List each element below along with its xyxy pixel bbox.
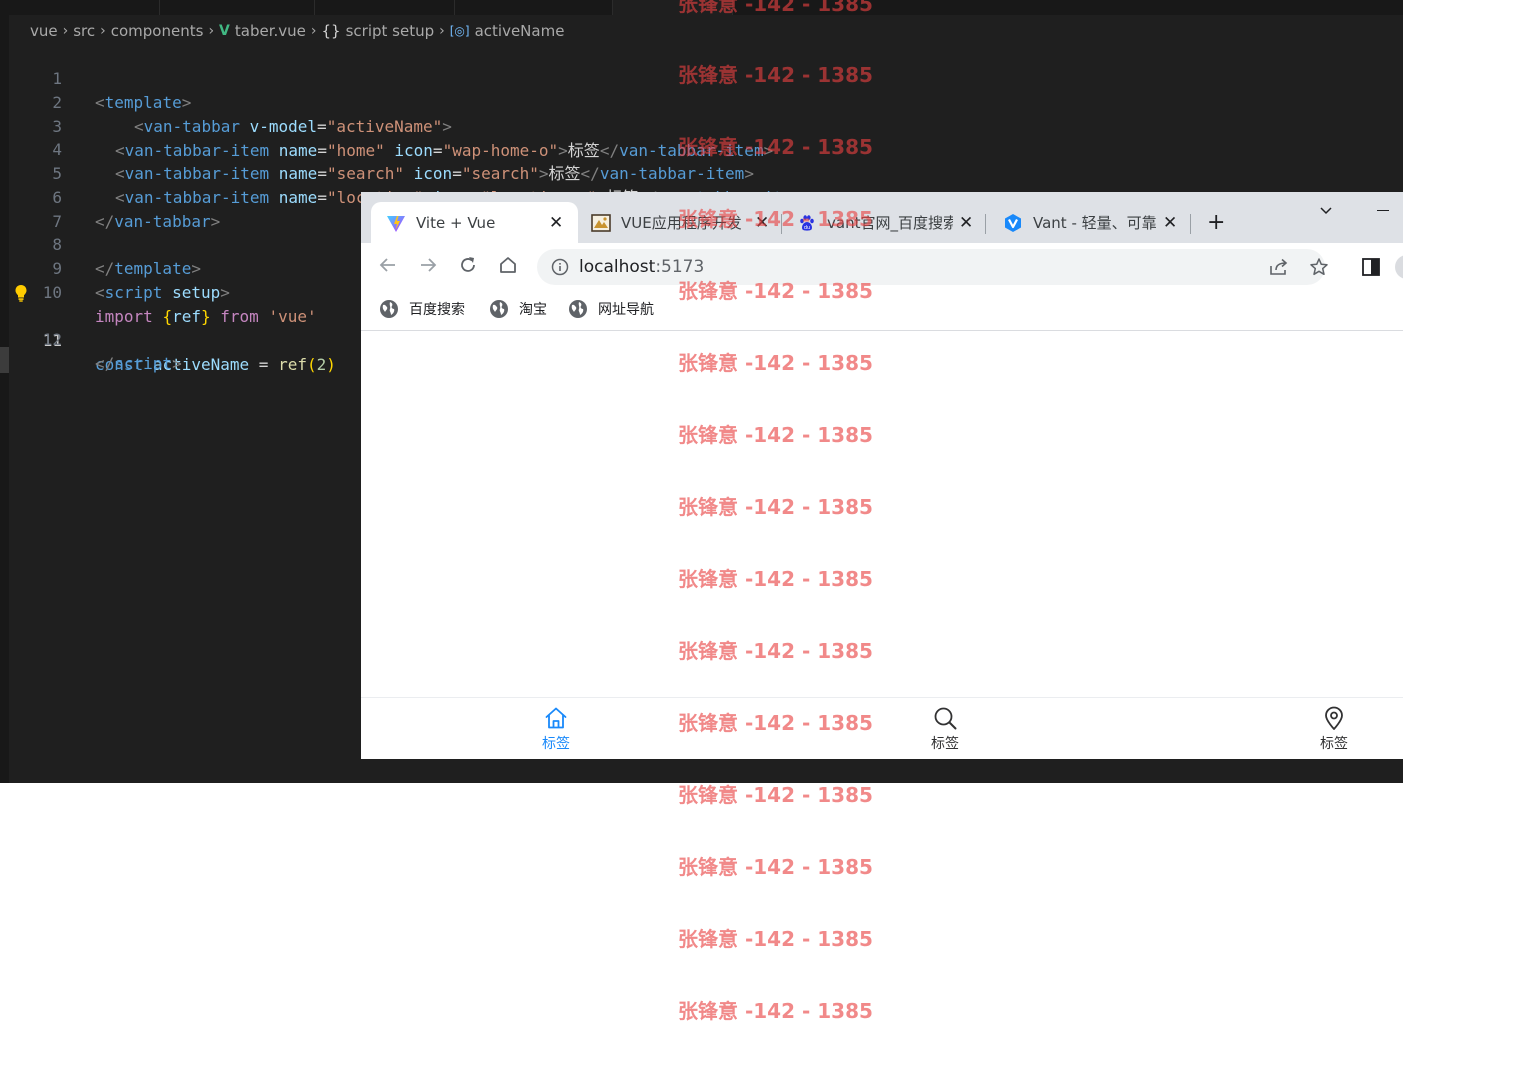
profile-avatar[interactable]	[1395, 255, 1403, 279]
tabbar-item-home[interactable]: 标签	[526, 698, 586, 759]
vite-icon	[386, 213, 406, 233]
breadcrumb-item[interactable]: components	[111, 22, 204, 40]
close-icon[interactable]: ✕	[1163, 213, 1177, 233]
side-panel-icon[interactable]	[1361, 257, 1381, 277]
editor-tab-strip	[0, 0, 1403, 15]
browser-toolbar: localhost:5173	[361, 243, 1403, 291]
editor-tab-active[interactable]	[613, 0, 733, 15]
chevron-right-icon: ›	[439, 23, 445, 39]
van-tabbar: 标签 标签 标签	[361, 697, 1403, 759]
reload-icon[interactable]	[458, 255, 478, 275]
code-line[interactable]: 5 <van-tabbar-item name="location" icon=…	[0, 138, 1403, 207]
location-icon	[1325, 706, 1343, 730]
browser-tab[interactable]: Vant - 轻量、可靠 ✕	[993, 202, 1189, 243]
tab-separator	[781, 214, 782, 234]
bookmark-item[interactable]: 淘宝	[489, 291, 547, 327]
browser-window: Vite + Vue ✕ VUE应用程序开发 ✕ du vant官网_百度搜索 …	[361, 192, 1403, 759]
vant-icon	[1003, 213, 1023, 233]
minimize-icon[interactable]	[1377, 210, 1389, 211]
globe-icon	[380, 300, 398, 318]
page-favicon-icon	[591, 213, 611, 233]
tabbar-item-search[interactable]: 标签	[915, 698, 975, 759]
breadcrumb: vue › src › components › V taber.vue › {…	[30, 20, 564, 42]
variable-icon: [◎]	[449, 24, 470, 38]
close-icon[interactable]: ✕	[755, 213, 769, 233]
back-arrow-icon[interactable]	[378, 255, 398, 275]
site-info-icon[interactable]	[551, 258, 569, 276]
breadcrumb-item[interactable]: activeName	[475, 22, 565, 40]
browser-tab[interactable]: du vant官网_百度搜索 ✕	[787, 202, 983, 243]
browser-tab-active[interactable]: Vite + Vue ✕	[371, 202, 578, 243]
tabbar-label: 标签	[931, 735, 959, 752]
tab-separator	[985, 214, 986, 234]
home-icon	[545, 707, 567, 728]
code-line[interactable]: 1 <template>	[0, 43, 1403, 112]
page-viewport	[361, 331, 1403, 759]
bookmark-item[interactable]: 网址导航	[568, 291, 654, 327]
braces-icon: {}	[321, 22, 341, 40]
tab-title: Vant - 轻量、可靠	[1033, 214, 1157, 232]
function-call: ref	[278, 355, 307, 374]
vue-file-icon: V	[219, 23, 230, 39]
close-icon[interactable]: ✕	[549, 213, 563, 233]
tabbar-label: 标签	[1320, 735, 1348, 752]
tabbar-label: 标签	[542, 735, 570, 752]
tag-name: script	[114, 354, 173, 373]
search-icon	[934, 707, 957, 729]
code-line[interactable]: 4 <van-tabbar-item name="search" icon="s…	[0, 114, 1403, 183]
watermark-text: 张锋意 -142 - 1385	[678, 999, 873, 1023]
tabbar-item-location[interactable]: 标签	[1304, 698, 1364, 759]
new-tab-icon[interactable]: +	[1207, 210, 1225, 235]
bookmark-label: 淘宝	[519, 302, 547, 318]
bookmark-label: 百度搜索	[409, 302, 465, 318]
chevron-right-icon: ›	[208, 23, 215, 39]
tab-title: Vite + Vue	[416, 213, 496, 232]
code-line[interactable]: 3 <van-tabbar-item name="home" icon="wap…	[0, 91, 1403, 160]
tab-title: VUE应用程序开发	[621, 214, 741, 232]
bookmarks-bar: 百度搜索 淘宝 网址导航	[361, 291, 1403, 331]
bookmark-star-icon[interactable]	[1309, 257, 1329, 277]
address-bar[interactable]: localhost:5173	[537, 249, 1328, 285]
editor-tab[interactable]	[455, 0, 613, 15]
share-icon[interactable]	[1269, 258, 1289, 276]
chevron-right-icon: ›	[310, 23, 317, 39]
breadcrumb-item[interactable]: script setup	[346, 22, 435, 40]
breadcrumb-item[interactable]: vue	[30, 22, 58, 40]
tab-separator	[1190, 214, 1191, 234]
browser-tab[interactable]: VUE应用程序开发 ✕	[581, 202, 779, 243]
watermark-text: 张锋意 -142 - 1385	[678, 927, 873, 951]
bookmark-label: 网址导航	[598, 302, 654, 318]
editor-tab[interactable]	[0, 0, 160, 15]
globe-icon	[569, 300, 587, 318]
url-port: :5173	[655, 257, 705, 277]
breadcrumb-item[interactable]: taber.vue	[235, 22, 306, 40]
chevron-right-icon: ›	[62, 23, 69, 39]
editor-tab[interactable]	[160, 0, 315, 15]
editor-tab[interactable]	[315, 0, 455, 15]
baidu-paw-icon: du	[797, 213, 817, 233]
breadcrumb-item[interactable]: src	[73, 22, 95, 40]
line-number: 12	[42, 330, 62, 349]
browser-tab-strip: Vite + Vue ✕ VUE应用程序开发 ✕ du vant官网_百度搜索 …	[361, 192, 1403, 243]
tab-title: vant官网_百度搜索	[827, 214, 953, 232]
home-button-icon[interactable]	[498, 255, 518, 275]
code-line[interactable]: 2 <van-tabbar v-model="activeName">	[0, 67, 1403, 136]
tab-search-chevron-icon[interactable]	[1318, 202, 1334, 218]
lightbulb-icon[interactable]	[14, 284, 28, 302]
code-line[interactable]: 6 </van-tabbar>	[0, 162, 1403, 231]
svg-text:du: du	[804, 225, 810, 231]
url-text[interactable]: localhost:5173	[579, 249, 704, 285]
watermark-text: 张锋意 -142 - 1385	[678, 855, 873, 879]
number-literal: 2	[316, 355, 327, 374]
forward-arrow-icon[interactable]	[418, 255, 438, 275]
url-host: localhost	[579, 257, 656, 277]
close-icon[interactable]: ✕	[959, 213, 973, 233]
watermark-text: 张锋意 -142 - 1385	[678, 783, 873, 807]
chevron-right-icon: ›	[100, 23, 106, 39]
globe-icon	[490, 300, 508, 318]
bookmark-item[interactable]: 百度搜索	[379, 291, 465, 327]
